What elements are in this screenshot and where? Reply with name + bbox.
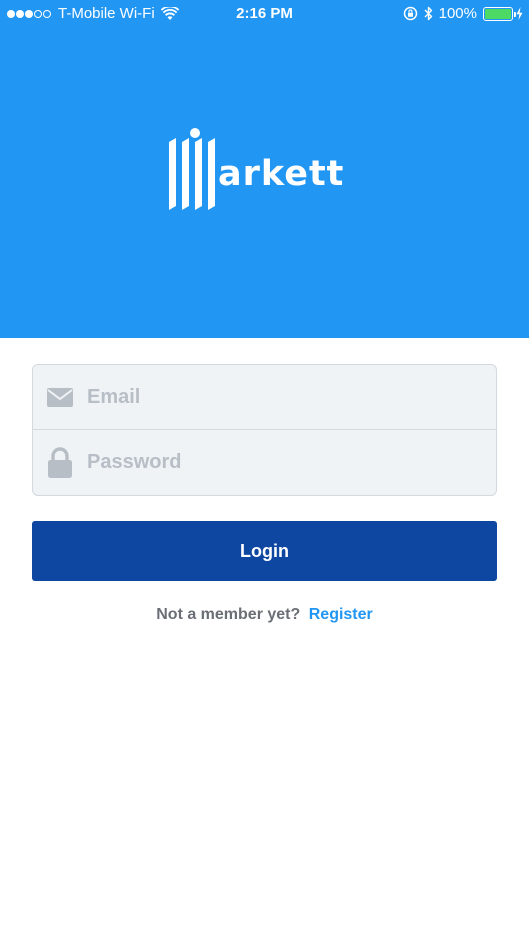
orientation-lock-icon — [403, 6, 417, 21]
battery-fill — [485, 8, 511, 19]
bluetooth-icon — [424, 6, 432, 21]
battery-icon — [483, 6, 516, 21]
email-row — [33, 365, 496, 430]
register-prompt-row: Not a member yet? Register — [0, 606, 529, 624]
register-link[interactable]: Register — [309, 606, 373, 623]
password-row — [33, 430, 496, 495]
charging-bolt-icon — [516, 7, 523, 20]
battery-cap — [514, 11, 516, 17]
password-field[interactable] — [87, 451, 467, 474]
markett-logo-graphic: arkett — [169, 128, 344, 210]
register-prompt-text: Not a member yet? — [156, 606, 301, 623]
email-field[interactable] — [87, 385, 467, 409]
header-banner: T-Mobile Wi-Fi 2:16 PM 100% arkett — [0, 0, 529, 338]
envelope-icon — [33, 387, 87, 407]
login-form — [32, 364, 497, 496]
logo-wordmark: arkett — [218, 154, 344, 194]
lock-icon — [33, 447, 87, 478]
status-bar: T-Mobile Wi-Fi 2:16 PM 100% — [0, 0, 529, 28]
battery-percent: 100% — [438, 5, 477, 22]
login-button[interactable]: Login — [32, 521, 497, 581]
status-right: 100% — [397, 5, 523, 22]
app-logo: arkett — [167, 128, 362, 217]
